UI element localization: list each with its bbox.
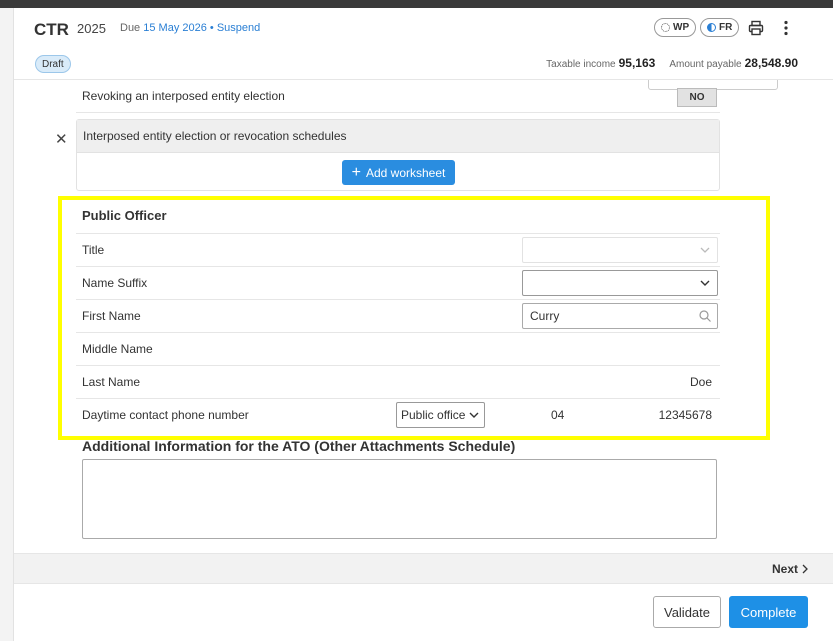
first-name-input[interactable]: Curry xyxy=(522,303,718,329)
next-link[interactable]: Next xyxy=(772,562,809,576)
title-row: Title xyxy=(76,233,720,266)
name-suffix-row: Name Suffix xyxy=(76,266,720,299)
amount-payable: Amount payable 28,548.90 xyxy=(669,56,798,70)
return-year: 2025 xyxy=(77,21,106,36)
phone-type-value: Public office xyxy=(401,408,466,422)
first-name-value: Curry xyxy=(530,309,560,323)
form-content: Revoking an interposed entity election N… xyxy=(14,80,833,552)
revoking-election-toggle[interactable]: NO xyxy=(677,88,717,107)
return-summary: Taxable income 95,163 Amount payable 28,54… xyxy=(546,56,798,70)
print-icon[interactable] xyxy=(746,18,766,38)
phone-row: Daytime contact phone number Public offi… xyxy=(76,398,720,431)
taxable-income-value: 95,163 xyxy=(618,56,656,70)
wp-status-icon xyxy=(661,23,670,32)
revoking-election-row: Revoking an interposed entity election N… xyxy=(76,80,778,113)
fr-pill[interactable]: FR xyxy=(700,18,740,37)
window-top-strip xyxy=(0,0,833,8)
title-label: Title xyxy=(82,243,105,257)
last-name-label: Last Name xyxy=(82,375,141,389)
footer-navigation: Next xyxy=(14,553,833,584)
return-panel: CTR 2025 Due 15 May 2026 • Suspend WP FR… xyxy=(13,8,833,641)
footer-actions: Validate Complete xyxy=(14,585,833,641)
taxable-income: Taxable income 95,163 xyxy=(546,56,655,70)
return-type-title: CTR xyxy=(34,20,69,39)
additional-info-textarea[interactable] xyxy=(82,459,717,539)
phone-label: Daytime contact phone number xyxy=(82,408,249,422)
add-worksheet-label: Add worksheet xyxy=(365,165,446,180)
name-suffix-label: Name Suffix xyxy=(82,276,148,290)
add-worksheet-button[interactable]: + Add worksheet xyxy=(342,160,455,185)
middle-name-row: Middle Name xyxy=(76,332,720,365)
amount-payable-label: Amount payable xyxy=(669,59,742,70)
schedules-label: Interposed entity election or revocation… xyxy=(83,129,347,143)
wp-pill[interactable]: WP xyxy=(654,18,697,37)
phone-area-code[interactable]: 04 xyxy=(551,408,564,422)
status-badge: Draft xyxy=(35,55,71,73)
next-label: Next xyxy=(771,562,798,576)
search-icon[interactable] xyxy=(698,309,712,323)
revoking-election-label: Revoking an interposed entity election xyxy=(82,89,285,103)
first-name-row: First Name Curry xyxy=(76,299,720,332)
chevron-down-icon xyxy=(700,247,710,253)
last-name-row: Last Name Doe xyxy=(76,365,720,398)
first-name-label: First Name xyxy=(82,309,141,323)
phone-number[interactable]: 12345678 xyxy=(659,408,712,422)
schedules-worksheet-box: Interposed entity election or revocation… xyxy=(76,119,720,191)
complete-button[interactable]: Complete xyxy=(729,596,808,628)
last-name-value: Doe xyxy=(689,375,712,389)
public-officer-heading: Public Officer xyxy=(82,208,167,223)
middle-name-label: Middle Name xyxy=(82,342,153,356)
plus-icon: + xyxy=(351,163,361,181)
return-header: CTR 2025 Due 15 May 2026 • Suspend WP FR… xyxy=(14,8,833,80)
additional-info-heading: Additional Information for the ATO (Othe… xyxy=(82,438,516,454)
suspend-link[interactable]: Suspend xyxy=(217,22,260,34)
more-menu-icon[interactable] xyxy=(776,18,796,38)
validate-button[interactable]: Validate xyxy=(653,596,721,628)
due-info: Due 15 May 2026 • Suspend xyxy=(120,22,260,34)
name-suffix-select[interactable] xyxy=(522,270,718,296)
due-date-link[interactable]: 15 May 2026 xyxy=(143,22,207,34)
amount-payable-value: 28,548.90 xyxy=(744,56,798,70)
due-separator: • xyxy=(209,22,214,34)
wp-label: WP xyxy=(673,22,690,33)
chevron-right-icon xyxy=(802,564,808,574)
chevron-down-icon xyxy=(700,280,710,286)
due-prefix: Due xyxy=(120,22,141,34)
chevron-down-icon xyxy=(469,412,479,418)
fr-status-icon xyxy=(707,23,716,32)
title-select[interactable] xyxy=(522,237,718,263)
phone-type-select[interactable]: Public office xyxy=(396,402,485,428)
close-icon[interactable]: ✕ xyxy=(55,130,68,148)
taxable-income-label: Taxable income xyxy=(546,59,616,70)
schedules-header: Interposed entity election or revocation… xyxy=(77,120,719,153)
fr-label: FR xyxy=(719,22,733,33)
